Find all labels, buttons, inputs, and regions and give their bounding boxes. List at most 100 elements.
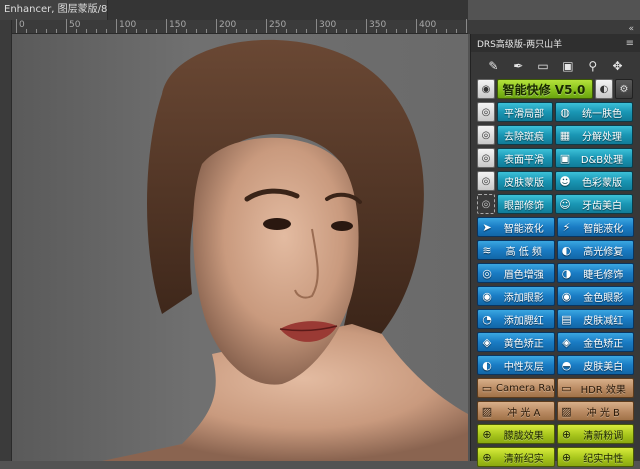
ruler-tick: [276, 29, 277, 33]
panel-button-right[interactable]: ◍ 统一肤色: [555, 102, 633, 123]
ruler-label: 300: [319, 20, 337, 30]
document-canvas[interactable]: [12, 34, 468, 461]
ruler-tick: [356, 29, 357, 33]
panel-button-right[interactable]: ☻ 色彩蒙版: [555, 171, 633, 192]
tool-row: ✎ ✒ ▭ ▣ ⚲ ✥: [471, 52, 640, 78]
panel-button-left[interactable]: ▨ 冲 光 A: [477, 401, 555, 422]
panel-button-right[interactable]: ◉ 金色眼影: [556, 286, 634, 307]
panel-button-right[interactable]: ▨ 冲 光 B: [556, 401, 634, 422]
panel-header-strip: «: [468, 20, 640, 34]
transform-icon[interactable]: ✥: [609, 58, 627, 74]
panel-title-bar[interactable]: DRS高级版-两只山羊 ≡: [471, 34, 640, 52]
panel-button-left[interactable]: ◈ 黄色矫正: [477, 332, 555, 353]
panel-button-left[interactable]: 表面平滑: [497, 148, 553, 169]
layer-thumb-icon[interactable]: ◎: [477, 171, 495, 192]
effect-icon: ➤: [482, 220, 492, 234]
ruler-tick: [296, 29, 297, 33]
panel-button-left[interactable]: ≋ 高 低 频: [477, 240, 555, 261]
panel-button-right[interactable]: ▭ HDR 效果: [556, 378, 634, 399]
ruler-tick: [116, 19, 117, 33]
effect-icon: ◓: [561, 358, 572, 372]
ruler-tick: [226, 29, 227, 33]
panel-row: ➤ 智能液化 ⚡ 智能液化: [477, 216, 636, 239]
ruler-tick: [416, 19, 417, 33]
ruler-label: 200: [219, 20, 237, 30]
panel-row: ◔ 添加腮红 ▤ 皮肤减红: [477, 308, 636, 331]
panel-button-right[interactable]: ◑ 睫毛修饰: [556, 263, 634, 284]
panel-button-right[interactable]: ▦ 分解处理: [555, 125, 633, 146]
panel-row: ◐ 中性灰层 ◓ 皮肤美白: [477, 354, 636, 377]
panel-button-left[interactable]: ◐ 中性灰层: [477, 355, 555, 376]
collapse-icon[interactable]: «: [628, 24, 636, 34]
document-tab[interactable]: Enhancer, 图层蒙版/8) * ×: [0, 0, 108, 20]
panel-button-right[interactable]: ◐ 高光修复: [556, 240, 634, 261]
ruler-tick: [246, 29, 247, 33]
panel-button-left[interactable]: ➤ 智能液化: [477, 217, 555, 238]
effect-icon: ▤: [561, 312, 572, 326]
panel-button-right[interactable]: ⊕ 纪实中性: [556, 447, 634, 468]
panel-button-right[interactable]: ◈ 金色矫正: [556, 332, 634, 353]
panel-row: ⊕ 朦胧效果 ⊕ 清新粉调: [477, 423, 636, 446]
menu-icon[interactable]: ≡: [626, 38, 634, 49]
effect-icon: ◐: [561, 243, 572, 257]
ruler-tick: [456, 29, 457, 33]
effect-icon: ≋: [482, 243, 492, 257]
layer-thumb-icon[interactable]: ◎: [477, 125, 495, 146]
panel-button-left[interactable]: 皮肤蒙版: [497, 171, 553, 192]
portrait-photo: [12, 34, 468, 461]
panel-row: ▨ 冲 光 A ▨ 冲 光 B: [477, 400, 636, 423]
effect-icon: ▣: [559, 151, 571, 165]
panel-row: ◈ 黄色矫正 ◈ 金色矫正: [477, 331, 636, 354]
panel-button-left[interactable]: ▭ Camera Raw: [477, 378, 555, 399]
panel-button-right[interactable]: ☺ 牙齿美白: [555, 194, 633, 215]
panel-button-left[interactable]: ⊕ 清新纪实: [477, 447, 555, 468]
panel-button-right[interactable]: ▣ D&B处理: [555, 148, 633, 169]
layer-thumb-icon[interactable]: ◎: [477, 102, 495, 123]
panel-button-right[interactable]: ⊕ 清新粉调: [556, 424, 634, 445]
pen-icon[interactable]: ✒: [509, 58, 527, 74]
ruler-tick: [256, 29, 257, 33]
panel-button-left[interactable]: 眼部修饰: [497, 194, 553, 215]
smart-fix-row: ◉ 智能快修 V5.0 ◐ ⚙: [477, 78, 636, 101]
smart-fix-button[interactable]: 智能快修 V5.0: [497, 79, 593, 100]
layer-thumb-icon[interactable]: ◎: [477, 148, 495, 169]
ruler-tick: [386, 29, 387, 33]
chip-icon[interactable]: ▣: [559, 58, 577, 74]
panel-button-left[interactable]: ◎ 眉色增强: [477, 263, 555, 284]
panel-button-right[interactable]: ◓ 皮肤美白: [556, 355, 634, 376]
stamp-icon[interactable]: ⚲: [584, 58, 602, 74]
layer-thumb-icon[interactable]: ◎: [477, 194, 495, 215]
ruler-tick: [36, 29, 37, 33]
ruler-tick: [186, 29, 187, 33]
effect-icon: ◍: [560, 105, 570, 119]
effect-icon: ◑: [561, 266, 572, 280]
panel-row: ◎ 眼部修饰 ☺ 牙齿美白: [477, 193, 636, 216]
panel-button-right[interactable]: ⚡ 智能液化: [556, 217, 634, 238]
settings-icon[interactable]: ⚙: [615, 79, 633, 100]
ruler-icon[interactable]: ▭: [534, 58, 552, 74]
effect-icon: ▭: [561, 381, 572, 395]
panel-button-left[interactable]: ◉ 添加眼影: [477, 286, 555, 307]
ruler-label: 400: [419, 20, 437, 30]
vertical-ruler[interactable]: [0, 20, 12, 461]
effect-icon: ◉: [561, 289, 572, 303]
ruler-label: 150: [169, 20, 187, 30]
effect-icon: ⊕: [482, 427, 492, 441]
panel-button-right[interactable]: ▤ 皮肤减红: [556, 309, 634, 330]
reset-icon[interactable]: ◐: [595, 79, 613, 100]
panel-button-left[interactable]: ⊕ 朦胧效果: [477, 424, 555, 445]
eye-toggle-icon[interactable]: ◉: [477, 79, 495, 100]
brush-icon[interactable]: ✎: [484, 58, 502, 74]
panel-button-left[interactable]: ◔ 添加腮红: [477, 309, 555, 330]
panel-row: ⊕ 清新纪实 ⊕ 纪实中性: [477, 446, 636, 469]
effect-icon: ☻: [559, 174, 571, 188]
horizontal-ruler[interactable]: 050100150200250300350400450: [12, 19, 507, 34]
ruler-tick: [76, 29, 77, 33]
ruler-tick: [86, 29, 87, 33]
ruler-tick: [466, 19, 467, 33]
ruler-tick: [176, 29, 177, 33]
ruler-tick: [376, 29, 377, 33]
panel-button-left[interactable]: 平滑局部: [497, 102, 553, 123]
panel-button-left[interactable]: 去除斑痕: [497, 125, 553, 146]
effect-icon: ◐: [482, 358, 492, 372]
